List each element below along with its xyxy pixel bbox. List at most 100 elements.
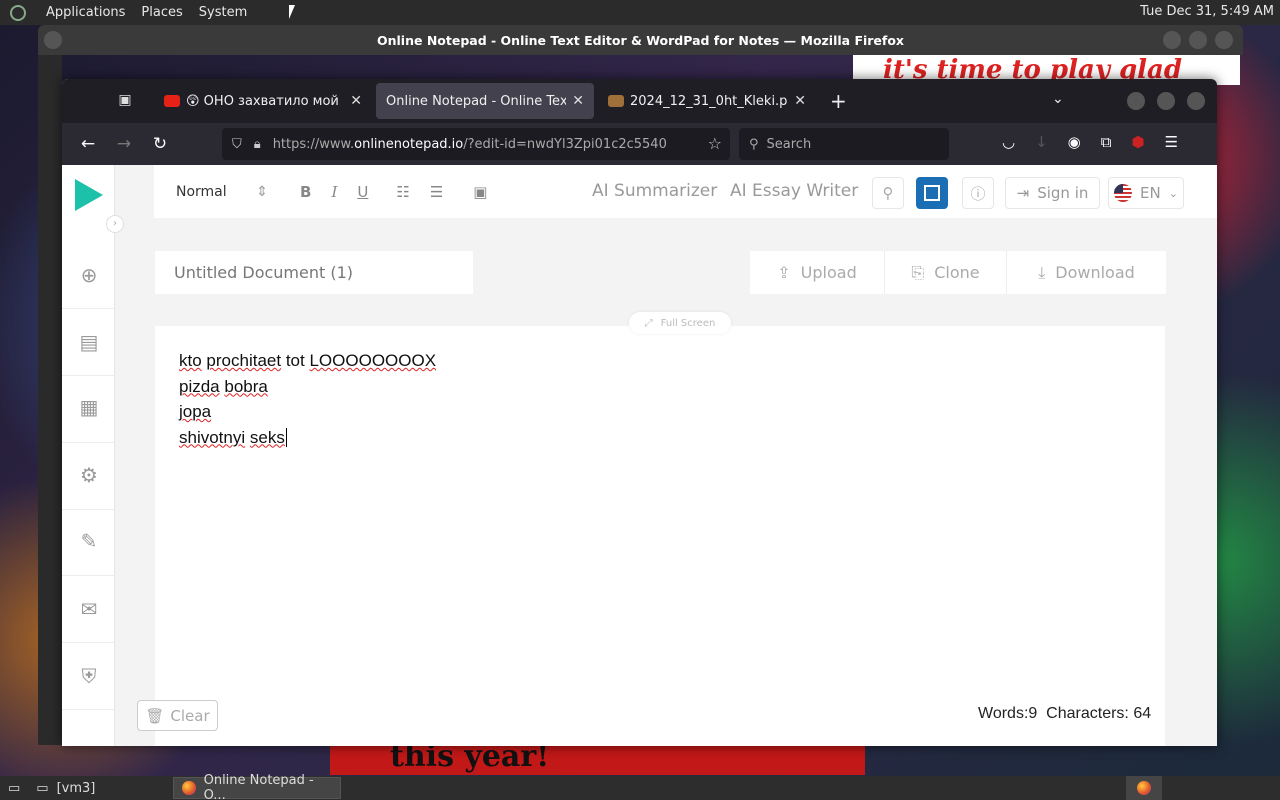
tab-close-icon[interactable]: ✕ (350, 93, 362, 109)
account-icon[interactable]: ◉ (1068, 133, 1081, 151)
extensions-icon[interactable]: ⧉ (1101, 133, 1112, 151)
url-path: /?edit-id=nwdYl3Zpi01c2c5540 (463, 136, 667, 152)
close-icon[interactable] (1215, 31, 1233, 49)
spell-word: LOOOOOOOOX (309, 351, 437, 370)
text-editor[interactable]: kto prochitaet tot LOOOOOOOOX pizda bobr… (155, 326, 1165, 746)
lock-icon[interactable]: 🔒︎ (254, 137, 261, 152)
word-count: Words:9 Characters: 64 (978, 705, 1151, 723)
taskbar-item-firefox[interactable]: Online Notepad - O... (173, 773, 342, 800)
divider (62, 709, 115, 710)
onlinenotepad-logo-icon[interactable] (75, 179, 103, 211)
settings-icon[interactable]: ⚙ (76, 462, 102, 488)
download-button[interactable]: ⤓ Download (1007, 251, 1166, 294)
maximize-icon[interactable] (1157, 92, 1175, 110)
full-screen-label: Full Screen (660, 317, 716, 329)
characters-count: Characters: 64 (1046, 705, 1152, 722)
bullet-list-icon[interactable]: ☰ (430, 183, 443, 201)
upload-label: Upload (800, 263, 857, 282)
spell-word: jopa (179, 402, 212, 421)
list-all-tabs-icon[interactable]: ⌄ (1052, 91, 1064, 107)
spell-word: prochitaet (206, 351, 282, 370)
background-window (38, 55, 62, 745)
bold-button[interactable]: B (300, 183, 311, 201)
italic-button[interactable]: I (331, 183, 337, 201)
firefox-icon (182, 781, 196, 795)
search-placeholder: Search (766, 136, 812, 152)
bookmark-star-icon[interactable]: ☆ (708, 134, 722, 153)
login-icon: ⇥ (1016, 184, 1030, 202)
text-cursor (285, 427, 287, 447)
add-icon[interactable]: ⊕ (76, 262, 102, 288)
divider (62, 509, 115, 510)
youtube-icon (164, 95, 180, 107)
ordered-list-icon[interactable]: ☷ (396, 183, 409, 201)
applications-menu[interactable]: Applications (46, 5, 125, 20)
feedback-icon[interactable]: ✎ (76, 528, 102, 554)
tab-online-notepad[interactable]: Online Notepad - Online Text Ed ✕ (376, 83, 594, 119)
window-menu-icon[interactable] (44, 31, 62, 49)
clear-button[interactable]: 🗑︎ Clear (137, 700, 218, 731)
download-label: Download (1055, 263, 1135, 282)
new-tab-button[interactable]: + (830, 89, 847, 113)
language-label: EN (1140, 184, 1161, 202)
shield-icon[interactable]: ⛉ (232, 137, 242, 152)
spell-word: seks (249, 427, 285, 447)
url-bar[interactable]: ⛉ 🔒︎ https://www.onlinenotepad.io/?edit-… (222, 128, 730, 160)
minimize-icon[interactable] (1163, 31, 1181, 49)
format-value: Normal (176, 183, 227, 200)
editor-line: kto prochitaet tot LOOOOOOOOX (179, 348, 1141, 374)
sign-in-button[interactable]: ⇥ Sign in (1005, 177, 1100, 209)
tray-firefox-icon[interactable] (1126, 776, 1162, 800)
forward-icon[interactable]: → (106, 134, 142, 154)
ai-essay-writer-link[interactable]: AI Essay Writer (730, 181, 858, 201)
left-sidebar: › ⊕ ▤ ▦ ⚙ ✎ ✉ ⛨ (62, 165, 124, 746)
browser-window: ▣ 😲 ОНО захватило мой мир ✕ Online Notep… (62, 79, 1217, 746)
upload-button[interactable]: ⇪ Upload (750, 251, 885, 294)
search-icon[interactable]: ⚲ (872, 177, 904, 209)
image-icon (608, 95, 624, 107)
editor-line: jopa (179, 399, 1141, 425)
language-select[interactable]: EN ⌄ (1108, 177, 1184, 209)
tab-image[interactable]: 2024_12_31_0ht_Kleki.png ( ✕ (598, 83, 816, 119)
ai-summarizer-link[interactable]: AI Summarizer (592, 181, 717, 201)
system-menu[interactable]: System (199, 5, 247, 20)
places-menu[interactable]: Places (141, 5, 182, 20)
show-desktop-icon[interactable]: ▭ (0, 777, 28, 799)
notes-icon[interactable]: ▦ (76, 394, 102, 420)
pocket-icon[interactable]: ◡ (1002, 133, 1015, 151)
format-select[interactable]: Normal ⇕ (176, 184, 268, 200)
taskbar-item-vm3[interactable]: ▭ [vm3] (28, 777, 103, 799)
minimize-icon[interactable] (1127, 92, 1145, 110)
select-arrows-icon: ⇕ (256, 183, 268, 200)
privacy-shield-icon[interactable]: ⛨ (76, 663, 102, 689)
tab-close-icon[interactable]: ✕ (572, 93, 584, 109)
downloads-icon[interactable]: ↓ (1035, 133, 1048, 151)
full-screen-button[interactable]: ⤢ Full Screen (629, 312, 731, 334)
search-input[interactable]: ⚲ Search (739, 128, 949, 160)
close-icon[interactable] (1187, 92, 1205, 110)
firefox-view-icon[interactable]: ▣ (114, 92, 136, 110)
info-icon[interactable]: ⓘ (962, 177, 994, 209)
mouse-pointer-icon (289, 5, 295, 19)
back-icon[interactable]: ← (70, 134, 106, 154)
distro-logo-icon[interactable] (10, 4, 26, 21)
square-toggle-icon[interactable] (916, 177, 948, 209)
menu-icon[interactable]: ☰ (1165, 133, 1178, 151)
window-titlebar[interactable]: Online Notepad - Online Text Editor & Wo… (38, 25, 1243, 55)
insert-image-icon[interactable]: ▣ (473, 183, 487, 201)
maximize-icon[interactable] (1189, 31, 1207, 49)
tab-youtube[interactable]: 😲 ОНО захватило мой мир ✕ (154, 83, 372, 119)
divider (62, 308, 115, 309)
mail-icon[interactable]: ✉ (76, 596, 102, 622)
tab-close-icon[interactable]: ✕ (794, 93, 806, 109)
clock[interactable]: Tue Dec 31, 5:49 AM (1140, 4, 1274, 19)
clone-button[interactable]: ⎘ Clone (885, 251, 1007, 294)
underline-button[interactable]: U (357, 183, 368, 201)
clear-label: Clear (170, 706, 210, 725)
editor-toolbar: Normal ⇕ B I U ☷ ☰ ▣ AI Summarizer AI Es… (154, 165, 1217, 218)
documents-icon[interactable]: ▤ (76, 329, 102, 355)
ublock-icon[interactable]: ⬢ (1131, 133, 1144, 151)
reload-icon[interactable]: ↻ (142, 134, 178, 154)
chevron-right-icon[interactable]: › (106, 215, 124, 233)
document-title[interactable]: Untitled Document (1) (155, 251, 473, 294)
